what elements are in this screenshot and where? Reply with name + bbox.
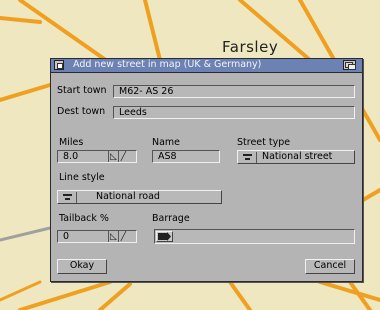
dest-town-label: Dest town: [57, 106, 106, 117]
okay-button[interactable]: Okay: [57, 259, 107, 274]
cycle-icon: [243, 154, 252, 160]
line-style-value: National road: [96, 191, 160, 202]
cycle-separator: [256, 152, 257, 163]
dialog-title: Add new street in map (UK & Germany): [73, 59, 262, 70]
cycle-icon: [63, 194, 72, 200]
tailback-label: Tailback %: [59, 213, 109, 224]
start-town-field[interactable]: M62- AS 26: [113, 85, 355, 98]
miles-decrease-icon[interactable]: ◺: [108, 151, 118, 162]
barrage-slider[interactable]: [154, 229, 355, 244]
tailback-field: 0 ◺ ╱: [57, 230, 137, 243]
street-type-value: National street: [262, 151, 333, 162]
close-icon[interactable]: [54, 60, 64, 70]
dest-town-field[interactable]: Leeds: [113, 106, 355, 119]
name-label: Name: [152, 137, 181, 148]
street-type-label: Street type: [237, 137, 291, 148]
name-field[interactable]: AS8: [152, 150, 220, 163]
add-street-dialog: Add new street in map (UK & Germany) Sta…: [50, 58, 363, 282]
line-style-cycle[interactable]: National road: [57, 190, 222, 204]
start-town-label: Start town: [57, 85, 107, 96]
tailback-value[interactable]: 0: [63, 231, 69, 242]
miles-field: 8.0 ◺ ╱: [57, 150, 137, 163]
tailback-increase-icon[interactable]: ╱: [118, 231, 128, 242]
barrage-slider-knob[interactable]: [156, 231, 173, 242]
miles-value[interactable]: 8.0: [63, 151, 78, 162]
miles-label: Miles: [59, 137, 84, 148]
cancel-button[interactable]: Cancel: [305, 259, 355, 274]
barrage-label: Barrage: [152, 213, 190, 224]
miles-increase-icon[interactable]: ╱: [118, 151, 128, 162]
title-bar[interactable]: Add new street in map (UK & Germany): [51, 59, 362, 73]
arrow-right-icon: [158, 232, 171, 241]
street-type-cycle[interactable]: National street: [237, 150, 355, 164]
map-town-label: Farsley: [222, 38, 279, 56]
depth-arrange-icon[interactable]: [343, 60, 356, 70]
tailback-decrease-icon[interactable]: ◺: [108, 231, 118, 242]
line-style-label: Line style: [59, 172, 105, 183]
cycle-separator: [76, 192, 77, 203]
